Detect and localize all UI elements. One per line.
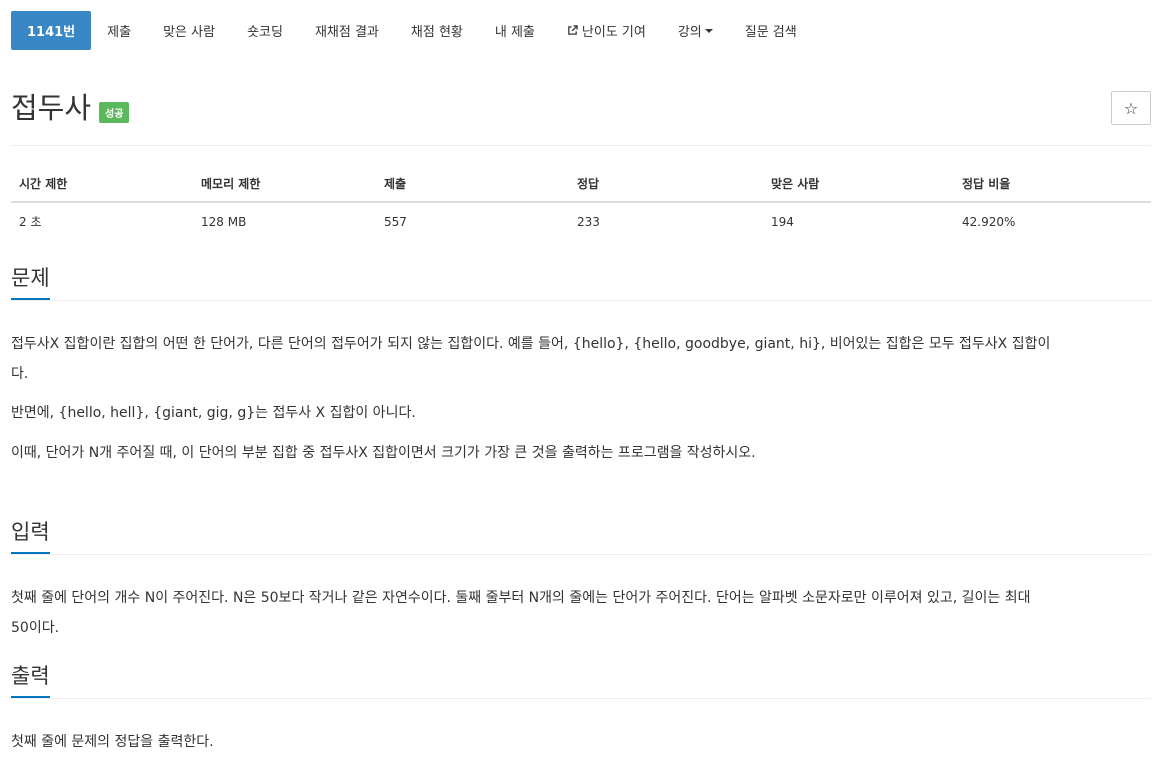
external-link-icon: [568, 25, 578, 35]
nav-submit[interactable]: 제출: [91, 11, 147, 50]
nav-lectures-dropdown[interactable]: 강의: [662, 11, 729, 50]
favorite-button[interactable]: ☆: [1111, 91, 1151, 125]
nav-label: 제출: [107, 25, 132, 40]
nav-label: 질문 검색: [744, 25, 797, 40]
nav-label: 난이도 기여: [581, 25, 646, 40]
table-row: 2 초 128 MB 557 233 194 42.920%: [11, 202, 1151, 240]
nav-short-coding[interactable]: 숏코딩: [231, 11, 299, 50]
section-title: 문제: [11, 264, 50, 301]
paragraph-continuation: 다.: [11, 366, 29, 382]
divider: [11, 300, 1151, 301]
header-accept-ratio: 정답 비율: [954, 166, 1151, 203]
solved-users-value: 194: [771, 214, 794, 229]
nav-label: 내 제출: [494, 25, 535, 40]
paragraph: 접두사X 집합이란 집합의 어떤 한 단어가, 다른 단어의 접두어가 되지 않…: [11, 336, 1051, 352]
page-title: 접두사: [11, 91, 92, 125]
nav-label: 맞은 사람: [163, 25, 216, 40]
paragraph-continuation: 50이다.: [11, 620, 60, 636]
section-title: 입력: [11, 518, 50, 555]
nav-label: 채점 현황: [410, 25, 463, 40]
nav-label: 1141번: [27, 25, 76, 40]
paragraph: 이때, 단어가 N개 주어질 때, 이 단어의 부분 집합 중 접두사X 집합이…: [11, 445, 756, 461]
input-header: 입력: [11, 518, 1151, 555]
header-accepted: 정답: [569, 166, 763, 203]
header-submissions: 제출: [376, 166, 569, 203]
table-header-row: 시간 제한 메모리 제한 제출 정답 맞은 사람 정답 비율: [11, 166, 1151, 203]
paragraph: 첫째 줄에 문제의 정답을 출력한다.: [11, 734, 214, 750]
submissions-value: 557: [384, 214, 407, 229]
problem-info-table: 시간 제한 메모리 제한 제출 정답 맞은 사람 정답 비율 2 초 128 M…: [11, 166, 1151, 240]
nav-label: 강의: [677, 25, 702, 40]
nav-difficulty-contribution[interactable]: 난이도 기여: [551, 11, 662, 50]
nav-solved-users[interactable]: 맞은 사람: [147, 11, 231, 50]
divider: [11, 698, 1151, 699]
divider: [11, 554, 1151, 555]
header-time-limit: 시간 제한: [11, 166, 193, 203]
description-header: 문제: [11, 264, 1151, 301]
description-text: 접두사X 집합이란 집합의 어떤 한 단어가, 다른 단어의 접두어가 되지 않…: [11, 329, 1161, 389]
memory-limit-value: 128 MB: [201, 214, 247, 229]
nav-label: 숏코딩: [247, 25, 283, 40]
divider: [11, 145, 1151, 146]
caret-down-icon: [704, 28, 713, 33]
accepted-value: 233: [577, 214, 600, 229]
status-badge: 성공: [99, 101, 130, 123]
problem-title-row: 접두사 성공: [11, 88, 130, 128]
paragraph: 첫째 줄에 단어의 개수 N이 주어진다. N은 50보다 작거나 같은 자연수…: [11, 590, 1031, 606]
time-limit-value: 2 초: [19, 215, 42, 229]
paragraph: 반면에, {hello, hell}, {giant, gig, g}는 접두사…: [11, 405, 416, 421]
accept-ratio-value: 42.920%: [962, 214, 1016, 229]
header-memory-limit: 메모리 제한: [193, 166, 376, 203]
nav-rejudge-result[interactable]: 재채점 결과: [299, 11, 395, 50]
problem-nav: 1141번 제출 맞은 사람 숏코딩 재채점 결과 채점 현황 내 제출 난이도…: [11, 11, 1151, 50]
section-title: 출력: [11, 662, 50, 699]
nav-label: 재채점 결과: [314, 25, 379, 40]
nav-question-search[interactable]: 질문 검색: [729, 11, 813, 50]
header-solved-users: 맞은 사람: [763, 166, 954, 203]
output-header: 출력: [11, 662, 1151, 699]
nav-problem-number[interactable]: 1141번: [11, 11, 92, 50]
input-text: 첫째 줄에 단어의 개수 N이 주어진다. N은 50보다 작거나 같은 자연수…: [11, 583, 1161, 643]
nav-my-submissions[interactable]: 내 제출: [479, 11, 551, 50]
star-icon: ☆: [1123, 98, 1139, 118]
nav-status[interactable]: 채점 현황: [395, 11, 479, 50]
